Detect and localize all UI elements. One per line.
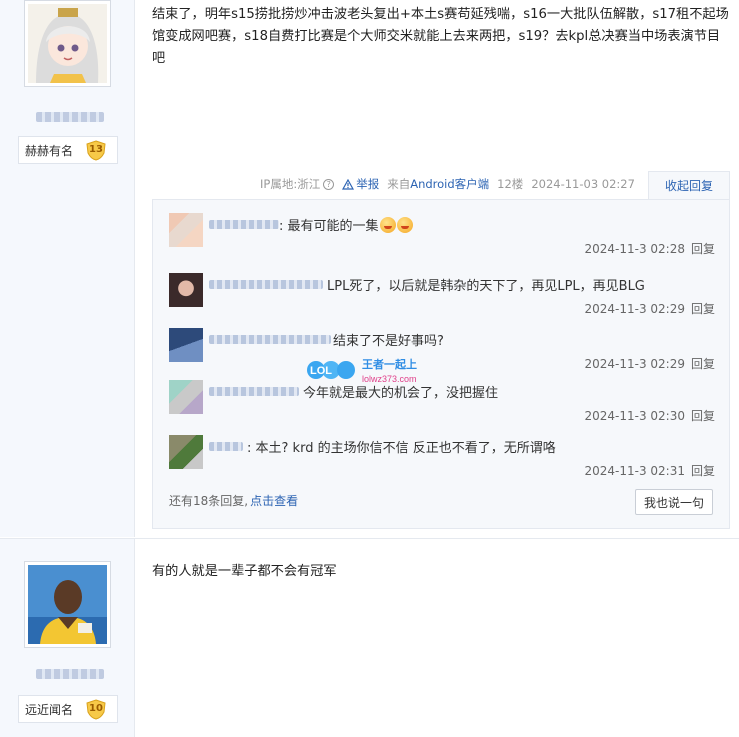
reply-link[interactable]: 回复 <box>691 242 715 256</box>
reply-link[interactable]: 回复 <box>691 409 715 423</box>
post-meta: IP属地:浙江? 举报 来自 Android客户端 12楼 2024-11-03 … <box>260 176 635 192</box>
level-number: 10 <box>89 703 103 714</box>
watermark-logo-icon: LOL 王者一起上 lolwz373.com <box>307 357 417 384</box>
post-content: 结束了，明年s15捞批捞炒冲击波老头复出+本土s赛苟延残喘，s16一大批队伍解散… <box>152 7 729 66</box>
username-blurred[interactable] <box>209 442 243 451</box>
floor-number: 12楼 <box>497 177 524 191</box>
reply-button[interactable]: 我也说一句 <box>635 489 713 515</box>
reply-time: 2024-11-3 02:31 <box>584 464 685 478</box>
avatar[interactable] <box>169 213 203 247</box>
username-blurred[interactable] <box>209 220 279 229</box>
reply-text: : 最有可能的一集 <box>279 219 379 234</box>
list-item: LPL死了，以后就是韩杂的天下了，再见LPL，再见BLG 2024-11-3 0… <box>169 273 715 323</box>
level-number: 13 <box>89 144 103 155</box>
avatar[interactable] <box>169 328 203 362</box>
username-blurred[interactable] <box>36 669 104 679</box>
list-item: : 最有可能的一集 2024-11-3 02:28 回复 <box>169 213 715 263</box>
avatar[interactable] <box>24 561 111 648</box>
reply-link[interactable]: 回复 <box>691 357 715 371</box>
reply-link[interactable]: 回复 <box>691 302 715 316</box>
username-blurred[interactable] <box>36 112 104 122</box>
reply-text: LPL死了，以后就是韩杂的天下了，再见LPL，再见BLG <box>327 279 645 294</box>
svg-text:LOL: LOL <box>310 365 332 377</box>
author-sidebar: 远近闻名 10 <box>0 539 135 737</box>
smile-emoji-icon <box>379 217 396 233</box>
avatar[interactable] <box>24 0 111 87</box>
view-more-link[interactable]: 点击查看 <box>250 494 298 508</box>
anime-avatar-image <box>28 4 107 83</box>
reply-time: 2024-11-3 02:29 <box>584 302 685 316</box>
avatar[interactable] <box>169 435 203 469</box>
site-watermark: LOL 王者一起上 lolwz373.com <box>306 354 438 386</box>
laugh-emoji-icon <box>396 217 413 233</box>
reply-time: 2024-11-3 02:30 <box>584 409 685 423</box>
reply-text: 结束了不是好事吗? <box>333 334 444 349</box>
svg-text:王者一起上: 王者一起上 <box>362 357 417 371</box>
reply-time: 2024-11-3 02:28 <box>584 242 685 256</box>
username-blurred[interactable] <box>209 387 299 396</box>
list-item: : 本土? krd 的主场你信不信 反正也不看了，无所谓咯 2024-11-3 … <box>169 435 715 485</box>
client-source-link[interactable]: Android客户端 <box>410 176 489 192</box>
post-floor-next: 远近闻名 10 有的人就是一辈子都不会有冠军 <box>0 538 739 737</box>
level-shield-icon: 10 <box>85 699 107 720</box>
honor-title: 赫赫有名 <box>25 143 74 158</box>
honor-badge[interactable]: 远近闻名 10 <box>18 695 118 723</box>
username-blurred[interactable] <box>209 280 323 289</box>
post-content: 有的人就是一辈子都不会有冠军 <box>152 564 337 579</box>
username-blurred[interactable] <box>209 335 331 344</box>
reply-text: : 本土? krd 的主场你信不信 反正也不看了，无所谓咯 <box>247 441 556 456</box>
reply-list: : 最有可能的一集 2024-11-3 02:28 回复 LPL死了，以后就是韩杂… <box>152 199 730 529</box>
avatar[interactable] <box>169 273 203 307</box>
avatar[interactable] <box>169 380 203 414</box>
more-replies: 还有18条回复, 点击查看 <box>169 494 299 508</box>
honor-badge[interactable]: 赫赫有名 13 <box>18 136 118 164</box>
report-link[interactable]: 举报 <box>342 176 379 192</box>
collapse-replies-button[interactable]: 收起回复 <box>648 171 730 199</box>
list-item: 今年就是最大的机会了，没把握住 2024-11-3 02:30 回复 <box>169 380 715 430</box>
question-icon[interactable]: ? <box>323 178 335 190</box>
svg-text:lolwz373.com: lolwz373.com <box>362 374 417 384</box>
reply-time: 2024-11-3 02:29 <box>584 357 685 371</box>
list-item: 结束了不是好事吗? 2024-11-3 02:29 回复 <box>169 328 715 378</box>
player-avatar-image <box>28 565 107 644</box>
author-sidebar: 赫赫有名 13 <box>0 0 135 537</box>
post-time: 2024-11-03 02:27 <box>531 177 635 191</box>
honor-title: 远近闻名 <box>25 702 74 717</box>
post-floor-12: 赫赫有名 13 结束了，明年s15捞批捞炒冲击波老头复出+本土s赛苟延残喘，s1… <box>0 0 739 537</box>
reply-link[interactable]: 回复 <box>691 464 715 478</box>
level-shield-icon: 13 <box>85 140 107 161</box>
warning-icon <box>342 178 355 190</box>
ip-location: IP属地:浙江 <box>260 177 321 191</box>
